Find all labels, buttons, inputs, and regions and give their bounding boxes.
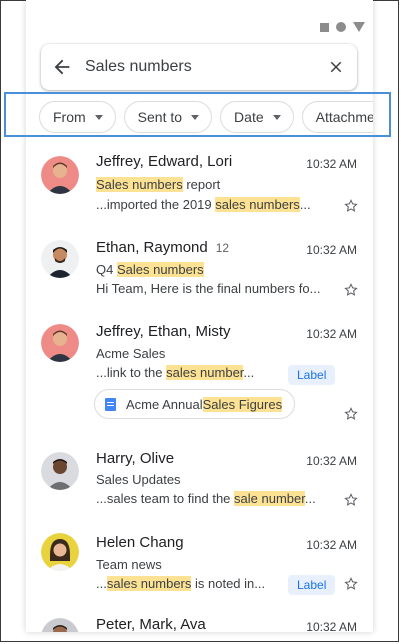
snippet-text: ...sales team to find the: [96, 491, 235, 506]
search-input[interactable]: Sales numbers: [85, 58, 327, 76]
email-snippet: ...link to the sales number...: [96, 365, 254, 380]
email-subject: Q4 Sales numbers: [96, 262, 204, 277]
email-snippet: ...imported the 2019 sales numbers...: [96, 197, 311, 212]
avatar: [41, 533, 79, 571]
avatar: [41, 452, 79, 490]
star-icon[interactable]: [343, 282, 359, 298]
email-snippet: ...sales numbers is noted in...: [96, 576, 265, 591]
email-snippet: Hi Team, Here is the final numbers fo...: [96, 281, 321, 296]
search-bar[interactable]: Sales numbers: [41, 44, 357, 90]
email-subject: Sales numbers report: [96, 177, 220, 192]
attachment-chip[interactable]: Acme Annual Sales Figures: [94, 389, 296, 419]
email-item[interactable]: Helen Chang 10:32 AM Team news ...sales …: [26, 531, 373, 611]
email-item[interactable]: Jeffrey, Ethan, Misty 10:32 AM Acme Sale…: [26, 318, 373, 438]
search-highlight: sales number: [166, 365, 244, 380]
email-time: 10:32 AM: [306, 620, 357, 632]
star-icon[interactable]: [343, 198, 359, 214]
snippet-text: ...: [299, 197, 311, 212]
back-arrow-icon[interactable]: [51, 56, 73, 78]
email-subject: Acme Sales: [96, 346, 166, 361]
star-icon[interactable]: [343, 492, 359, 508]
snippet-text: ...: [243, 365, 255, 380]
email-sender: Jeffrey, Ethan, Misty: [96, 323, 231, 340]
email-item[interactable]: Harry, Olive 10:32 AM Sales Updates ...s…: [26, 446, 373, 526]
avatar: [41, 156, 79, 194]
snippet-text: ...imported the 2019: [96, 197, 216, 212]
filter-chips-selection-box: [4, 92, 391, 137]
email-item[interactable]: Ethan, Raymond 12 10:32 AM Q4 Sales numbe…: [26, 234, 373, 314]
email-sender: Ethan, Raymond 12: [96, 239, 229, 256]
search-highlight: sale number: [234, 491, 305, 506]
home-icon: [336, 22, 346, 32]
search-highlight: sales numbers: [106, 576, 192, 591]
email-time: 10:32 AM: [306, 157, 357, 171]
email-item[interactable]: Peter, Mark, Ava 10:32 AM: [26, 614, 373, 632]
thread-count: 12: [215, 241, 230, 255]
subject-text: Q4: [96, 262, 117, 277]
email-sender: Jeffrey, Edward, Lori: [96, 153, 233, 170]
recents-icon: [320, 22, 329, 32]
label-badge[interactable]: Label: [288, 365, 336, 385]
doc-icon: [105, 397, 116, 411]
email-time: 10:32 AM: [306, 538, 357, 552]
subject-text: report: [182, 177, 221, 192]
star-icon[interactable]: [343, 406, 359, 422]
email-item[interactable]: Jeffrey, Edward, Lori 10:32 AM Sales num…: [26, 150, 373, 228]
search-highlight: sales numbers: [215, 197, 300, 212]
email-time: 10:32 AM: [306, 454, 357, 468]
snippet-text: is noted in...: [191, 576, 266, 591]
star-icon[interactable]: [343, 576, 359, 592]
attachment-name: Acme Annual: [126, 396, 203, 412]
avatar: [41, 240, 79, 278]
avatar: [41, 324, 79, 362]
status-bar: [320, 22, 365, 32]
avatar: [41, 618, 79, 632]
back-nav-icon: [353, 22, 365, 32]
search-highlight: Sales numbers: [96, 177, 183, 192]
snippet-text: ...: [96, 576, 107, 591]
search-highlight: Sales Figures: [202, 396, 283, 412]
email-sender: Peter, Mark, Ava: [96, 616, 206, 632]
email-time: 10:32 AM: [306, 327, 357, 341]
email-snippet: ...sales team to find the sale number...: [96, 491, 316, 506]
email-subject: Team news: [96, 557, 162, 572]
sender-name: Ethan, Raymond: [96, 239, 208, 256]
label-badge[interactable]: Label: [288, 575, 336, 595]
search-highlight: Sales numbers: [116, 262, 204, 277]
close-icon[interactable]: [327, 58, 345, 76]
snippet-text: ...link to the: [96, 365, 167, 380]
email-sender: Harry, Olive: [96, 450, 175, 467]
email-subject: Sales Updates: [96, 472, 181, 487]
snippet-text: ...: [304, 491, 316, 506]
email-sender: Helen Chang: [96, 534, 184, 551]
email-time: 10:32 AM: [306, 243, 357, 257]
